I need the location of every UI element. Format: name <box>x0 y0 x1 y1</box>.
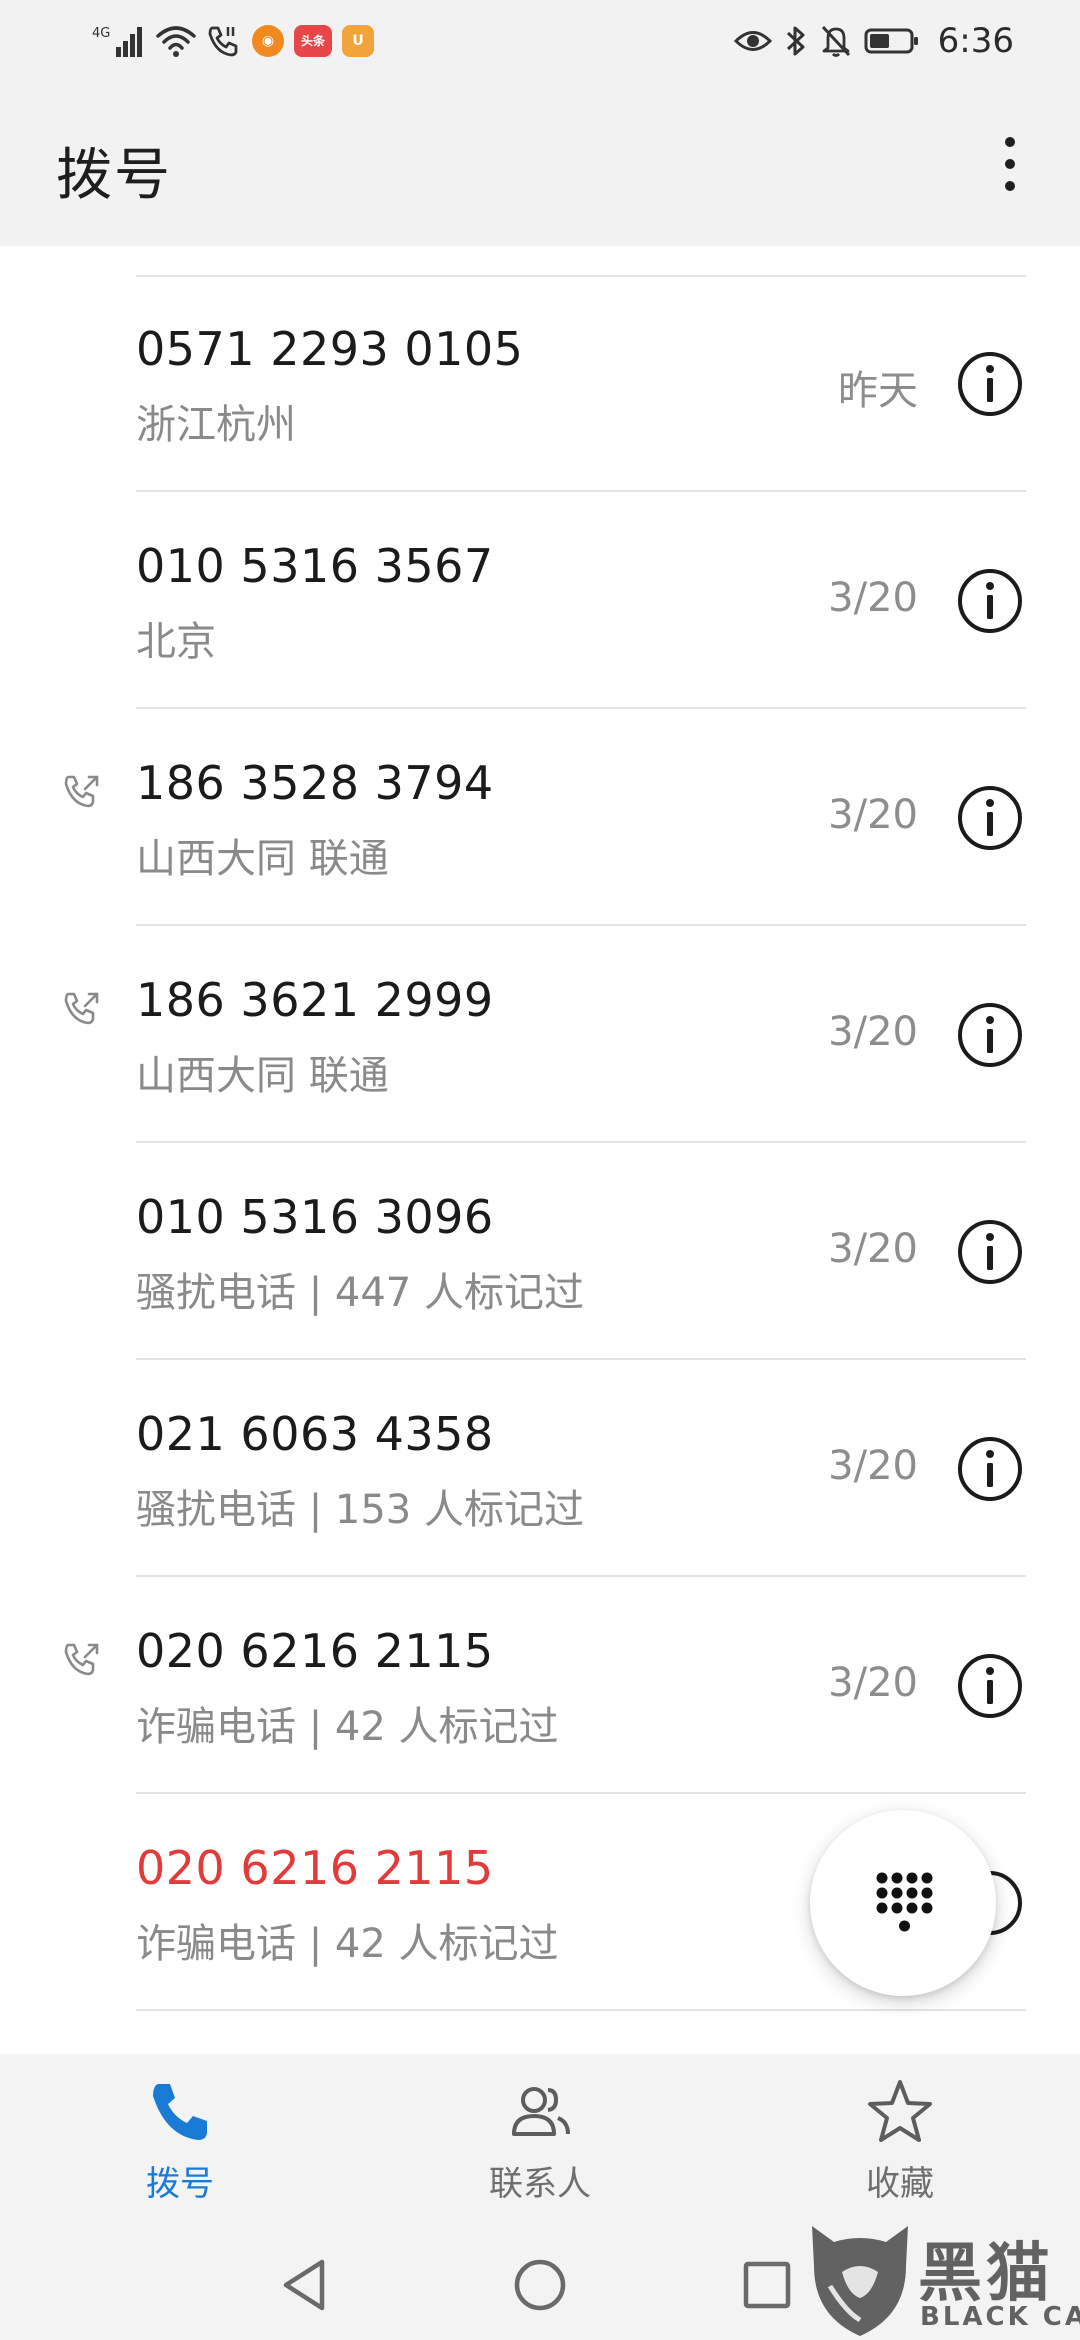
squirrel-app-icon: ◉ <box>252 25 284 57</box>
clock: 6:36 <box>937 21 1014 61</box>
cellular-signal-icon: 4G <box>92 26 142 57</box>
divider <box>136 1792 1026 1794</box>
mute-bell-icon <box>821 25 850 57</box>
phone-icon <box>153 2084 207 2140</box>
info-icon[interactable] <box>956 784 1024 852</box>
call-log-row[interactable]: 186 3528 3794 山西大同 联通 3/20 <box>0 710 1080 926</box>
star-icon <box>868 2080 932 2142</box>
tab-dialer-label: 拨号 <box>146 2164 214 2204</box>
call-log-row[interactable]: 021 6063 4358 骚扰电话 | 153 人标记过 3/20 <box>0 1361 1080 1577</box>
contacts-icon <box>512 2087 570 2136</box>
app-bar: 拨号 <box>0 82 1080 246</box>
status-bar: 4G ◉ 头条 U 6:36 <box>0 0 1080 82</box>
divider <box>136 1358 1026 1360</box>
info-icon[interactable] <box>956 1001 1024 1069</box>
call-date: 3/20 <box>828 1660 918 1706</box>
call-number: 020 6216 2115 <box>136 1841 494 1895</box>
divider <box>136 2009 1026 2011</box>
watermark: 黑猫 BLACK CAT <box>806 2218 1080 2340</box>
call-detail: 北京 <box>136 619 216 665</box>
eye-comfort-icon <box>733 31 772 51</box>
call-detail: 诈骗电话 | 42 人标记过 <box>136 1704 559 1750</box>
divider <box>136 707 1026 709</box>
call-log-row[interactable]: 0571 2293 0105 浙江杭州 昨天 <box>0 276 1080 492</box>
wifi-icon <box>156 26 196 57</box>
page-title: 拨号 <box>56 143 172 208</box>
call-log-row[interactable]: 186 3621 2999 山西大同 联通 3/20 <box>0 927 1080 1143</box>
divider <box>136 924 1026 926</box>
bluetooth-icon <box>786 26 805 56</box>
call-date: 3/20 <box>828 1226 918 1272</box>
call-detail: 骚扰电话 | 447 人标记过 <box>136 1270 584 1316</box>
back-icon[interactable] <box>270 2250 340 2320</box>
call-detail: 山西大同 联通 <box>136 836 389 882</box>
call-date: 昨天 <box>838 368 918 414</box>
call-date: 3/20 <box>828 575 918 621</box>
outgoing-call-icon <box>64 775 99 808</box>
battery-icon <box>864 28 918 54</box>
call-log-list[interactable]: 0571 2293 0105 浙江杭州 昨天 010 5316 3567 北京 3/20 1… <box>0 246 1080 2054</box>
call-number: 020 6216 2115 <box>136 1624 494 1678</box>
toutiao-app-icon: 头条 <box>294 25 332 57</box>
status-left: 4G ◉ 头条 U <box>92 18 374 64</box>
call-number: 010 5316 3567 <box>136 539 494 593</box>
status-right: 6:36 <box>733 18 1014 64</box>
more-vertical-icon <box>1005 137 1015 147</box>
divider <box>136 1575 1026 1577</box>
call-number: 186 3621 2999 <box>136 973 494 1027</box>
call-detail: 诈骗电话 | 42 人标记过 <box>136 1921 559 1967</box>
call-number: 021 6063 4358 <box>136 1407 494 1461</box>
tab-contacts[interactable]: 联系人 <box>430 2072 650 2222</box>
uc-app-icon: U <box>342 25 374 57</box>
more-options-button[interactable] <box>982 128 1038 200</box>
call-detail: 山西大同 联通 <box>136 1053 389 1099</box>
svg-text:4G: 4G <box>92 26 110 41</box>
call-number: 0571 2293 0105 <box>136 322 524 376</box>
tab-favorites[interactable]: 收藏 <box>790 2072 1010 2222</box>
call-date: 3/20 <box>828 1009 918 1055</box>
call-detail: 浙江杭州 <box>136 402 296 448</box>
call-number: 186 3528 3794 <box>136 756 494 810</box>
recents-icon[interactable] <box>732 2250 802 2320</box>
info-icon[interactable] <box>956 1652 1024 1720</box>
home-icon[interactable] <box>505 2250 575 2320</box>
call-detail: 骚扰电话 | 153 人标记过 <box>136 1487 584 1533</box>
dialpad-button[interactable] <box>810 1810 996 1996</box>
call-status-icon <box>208 26 238 57</box>
dialpad-icon <box>876 1872 933 1932</box>
bottom-tab-bar: 拨号 联系人 收藏 <box>0 2054 1080 2230</box>
call-date: 3/20 <box>828 792 918 838</box>
info-icon[interactable] <box>956 350 1024 418</box>
tab-dialer[interactable]: 拨号 <box>70 2072 290 2222</box>
divider <box>136 1141 1026 1143</box>
watermark-text-cn: 黑猫 <box>918 2237 1054 2311</box>
outgoing-call-icon <box>64 1643 99 1676</box>
tab-contacts-label: 联系人 <box>489 2164 591 2204</box>
info-icon[interactable] <box>956 1218 1024 1286</box>
call-date: 3/20 <box>828 1443 918 1489</box>
call-log-row[interactable]: 020 6216 2115 诈骗电话 | 42 人标记过 3/20 <box>0 1578 1080 1794</box>
outgoing-call-icon <box>64 992 99 1025</box>
call-log-row[interactable]: 010 5316 3567 北京 3/20 <box>0 493 1080 709</box>
cat-logo-icon <box>812 2226 908 2336</box>
info-icon[interactable] <box>956 1435 1024 1503</box>
watermark-text-en: BLACK CAT <box>920 2302 1080 2332</box>
tab-favorites-label: 收藏 <box>866 2164 934 2204</box>
info-icon[interactable] <box>956 567 1024 635</box>
call-number: 010 5316 3096 <box>136 1190 494 1244</box>
call-log-row[interactable]: 010 5316 3096 骚扰电话 | 447 人标记过 3/20 <box>0 1144 1080 1360</box>
divider <box>136 490 1026 492</box>
